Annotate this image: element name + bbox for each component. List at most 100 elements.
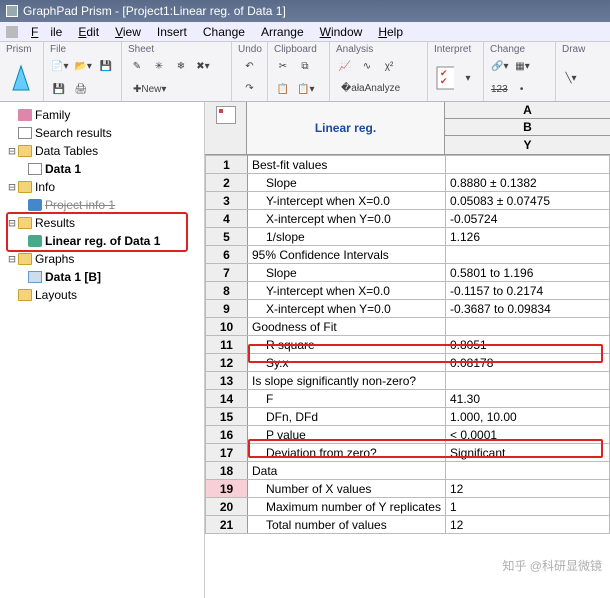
checklist-icon[interactable]: ✔✔ <box>434 58 455 98</box>
tree-projinfo[interactable]: Project info 1 <box>45 198 115 212</box>
link-icon[interactable]: 🔗▾ <box>490 58 509 76</box>
delete-sheet-icon[interactable]: ✖▾ <box>194 58 212 76</box>
undo-icon[interactable]: ↶ <box>241 57 259 75</box>
param-value[interactable]: 0.8880 ± 0.1382 <box>446 174 610 192</box>
param-value[interactable]: 0.5801 to 1.196 <box>446 264 610 282</box>
table-row[interactable]: 4X-intercept when Y=0.0-0.05724 <box>206 210 610 228</box>
gear2-icon[interactable]: ❄ <box>172 58 190 76</box>
menu-window[interactable]: Window <box>314 25 369 39</box>
param-name[interactable]: F <box>248 390 446 408</box>
copy-icon[interactable]: ⧉ <box>296 58 314 76</box>
param-value[interactable] <box>446 372 610 390</box>
tree-search[interactable]: Search results <box>35 126 112 140</box>
param-value[interactable]: 0.08178 <box>446 354 610 372</box>
row-number[interactable]: 17 <box>206 444 248 462</box>
param-value[interactable]: 0.8051 <box>446 336 610 354</box>
param-value[interactable] <box>446 156 610 174</box>
tree-datatables[interactable]: Data Tables <box>35 144 98 158</box>
table-row[interactable]: 8Y-intercept when X=0.0-0.1157 to 0.2174 <box>206 282 610 300</box>
tree-linres[interactable]: Linear reg. of Data 1 <box>45 234 160 248</box>
param-name[interactable]: Sy.x <box>248 354 446 372</box>
param-name[interactable]: X-intercept when Y=0.0 <box>248 300 446 318</box>
row-number[interactable]: 4 <box>206 210 248 228</box>
cut-icon[interactable]: ✂ <box>274 58 292 76</box>
tree-twisty[interactable]: ⊟ <box>6 216 18 230</box>
menu-edit[interactable]: Edit <box>72 25 105 39</box>
row-number[interactable]: 13 <box>206 372 248 390</box>
menu-view[interactable]: View <box>109 25 147 39</box>
col-a-header[interactable]: A <box>445 102 610 119</box>
tree-family[interactable]: Family <box>35 108 70 122</box>
param-name[interactable]: Slope <box>248 264 446 282</box>
row-number[interactable]: 7 <box>206 264 248 282</box>
table-row[interactable]: 9X-intercept when Y=0.0-0.3687 to 0.0983… <box>206 300 610 318</box>
table-row[interactable]: 13Is slope significantly non-zero? <box>206 372 610 390</box>
table-row[interactable]: 1Best-fit values <box>206 156 610 174</box>
param-name[interactable]: Data <box>248 462 446 480</box>
tree-twisty[interactable]: ⊟ <box>6 252 18 266</box>
fit-icon[interactable]: 📈 <box>336 57 354 75</box>
table-row[interactable]: 695% Confidence Intervals <box>206 246 610 264</box>
gear-icon[interactable]: ✳ <box>150 58 168 76</box>
analyze-button[interactable]: �ała Analyze <box>336 79 405 97</box>
param-value[interactable]: 1 <box>446 498 610 516</box>
redo-icon[interactable]: ↷ <box>241 79 259 97</box>
saveall-icon[interactable]: 💾 <box>50 81 68 99</box>
param-value[interactable]: 12 <box>446 480 610 498</box>
tree-layouts[interactable]: Layouts <box>35 288 77 302</box>
table-row[interactable]: 12Sy.x0.08178 <box>206 354 610 372</box>
row-number[interactable]: 3 <box>206 192 248 210</box>
row-number[interactable]: 15 <box>206 408 248 426</box>
param-value[interactable] <box>446 462 610 480</box>
table-row[interactable]: 18Data <box>206 462 610 480</box>
row-number[interactable]: 6 <box>206 246 248 264</box>
print-icon[interactable]: 🖨 <box>72 81 90 99</box>
table-row[interactable]: 19Number of X values12 <box>206 480 610 498</box>
table-row[interactable]: 15DFn, DFd1.000, 10.00 <box>206 408 610 426</box>
param-name[interactable]: X-intercept when Y=0.0 <box>248 210 446 228</box>
param-name[interactable]: Number of X values <box>248 480 446 498</box>
table-row[interactable]: 3Y-intercept when X=0.00.05083 ± 0.07475 <box>206 192 610 210</box>
row-number[interactable]: 10 <box>206 318 248 336</box>
menu-insert[interactable]: Insert <box>151 25 193 39</box>
row-number[interactable]: 14 <box>206 390 248 408</box>
param-value[interactable] <box>446 246 610 264</box>
table-row[interactable]: 20Maximum number of Y replicates1 <box>206 498 610 516</box>
draw-icon[interactable]: ╲▾ <box>562 69 580 87</box>
interpret-dd-icon[interactable]: ▾ <box>459 69 477 87</box>
table-row[interactable]: 51/slope1.126 <box>206 228 610 246</box>
row-number[interactable]: 11 <box>206 336 248 354</box>
tree-data1b[interactable]: Data 1 [B] <box>45 270 101 284</box>
param-name[interactable]: Total number of values <box>248 516 446 534</box>
new-sheet-button[interactable]: ✚ New ▾ <box>128 81 171 99</box>
param-name[interactable]: P value <box>248 426 446 444</box>
menu-file[interactable]: File <box>25 25 68 39</box>
tree-twisty[interactable]: ⊟ <box>6 180 18 194</box>
table-row[interactable]: 11R square0.8051 <box>206 336 610 354</box>
table-row[interactable]: 10Goodness of Fit <box>206 318 610 336</box>
tree-results[interactable]: Results <box>35 216 75 230</box>
menu-help[interactable]: Help <box>372 25 409 39</box>
param-name[interactable]: Goodness of Fit <box>248 318 446 336</box>
wand-icon[interactable]: ✎ <box>128 58 146 76</box>
grid-icon[interactable]: ▦▾ <box>513 58 531 76</box>
param-value[interactable]: 1.126 <box>446 228 610 246</box>
row-number[interactable]: 18 <box>206 462 248 480</box>
param-value[interactable]: -0.1157 to 0.2174 <box>446 282 610 300</box>
table-row[interactable]: 17Deviation from zero?Significant <box>206 444 610 462</box>
prism-icon[interactable] <box>6 58 36 98</box>
table-row[interactable]: 2Slope0.8880 ± 0.1382 <box>206 174 610 192</box>
row-number[interactable]: 16 <box>206 426 248 444</box>
row-number[interactable]: 9 <box>206 300 248 318</box>
row-number[interactable]: 5 <box>206 228 248 246</box>
param-name[interactable]: 95% Confidence Intervals <box>248 246 446 264</box>
system-menu-icon[interactable] <box>6 26 18 38</box>
param-name[interactable]: Is slope significantly non-zero? <box>248 372 446 390</box>
param-value[interactable] <box>446 318 610 336</box>
param-value[interactable]: < 0.0001 <box>446 426 610 444</box>
tree-graphs[interactable]: Graphs <box>35 252 74 266</box>
table-row[interactable]: 7Slope0.5801 to 1.196 <box>206 264 610 282</box>
tree-twisty[interactable]: ⊟ <box>6 144 18 158</box>
row-number[interactable]: 2 <box>206 174 248 192</box>
param-name[interactable]: Slope <box>248 174 446 192</box>
